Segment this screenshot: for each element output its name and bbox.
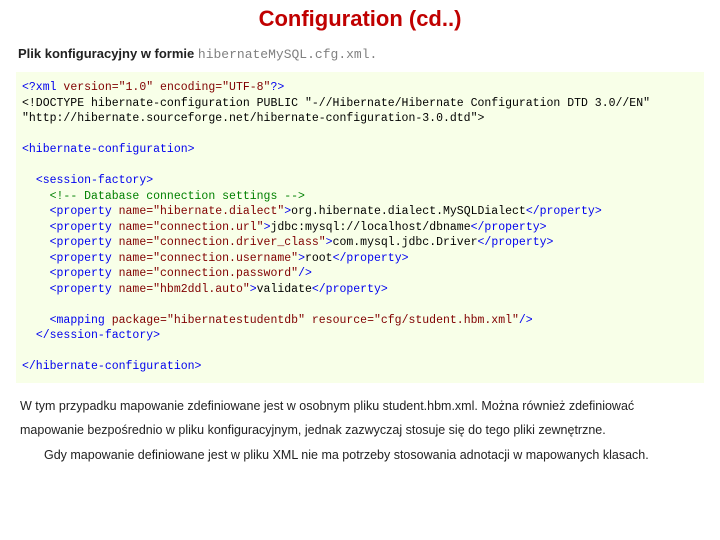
p2-close: </property> (471, 221, 547, 234)
xml-decl-attrs: version="1.0" encoding="UTF-8" (63, 81, 270, 94)
map-open: <mapping (22, 314, 112, 327)
p2-open: <property (22, 221, 119, 234)
p4-attr: name="connection.username" (119, 252, 298, 265)
p6-attr: name="hbm2ddl.auto" (119, 283, 250, 296)
p6-close: </property> (312, 283, 388, 296)
intro-filename: hibernateMySQL.cfg.xml. (198, 47, 377, 62)
hib-conf-close: </hibernate-configuration> (22, 360, 201, 373)
p1-val: org.hibernate.dialect.MySQLDialect (291, 205, 526, 218)
p6-mid: > (250, 283, 257, 296)
map-attrs: package="hibernatestudentdb" resource="c… (112, 314, 519, 327)
session-open: <session-factory> (22, 174, 153, 187)
paragraph-1: W tym przypadku mapowanie zdefiniowane j… (20, 395, 700, 443)
p2-attr: name="connection.url" (119, 221, 264, 234)
p1-attr: name="hibernate.dialect" (119, 205, 285, 218)
intro-text: Plik konfiguracyjny w formie (18, 46, 198, 61)
p4-mid: > (298, 252, 305, 265)
p4-val: root (305, 252, 333, 265)
intro-line: Plik konfiguracyjny w formie hibernateMy… (18, 46, 708, 62)
p5-open: <property (22, 267, 119, 280)
code-block: <?xml version="1.0" encoding="UTF-8"?> <… (16, 72, 704, 383)
map-close: /> (519, 314, 533, 327)
hib-conf-open: <hibernate-configuration> (22, 143, 195, 156)
p5-attr: name="connection.password" (119, 267, 298, 280)
p1-open: <property (22, 205, 119, 218)
p3-open: <property (22, 236, 119, 249)
p6-open: <property (22, 283, 119, 296)
xml-decl-close: ?> (270, 81, 284, 94)
p1-close: </property> (526, 205, 602, 218)
p3-mid: > (326, 236, 333, 249)
p4-close: </property> (333, 252, 409, 265)
session-close: </session-factory> (22, 329, 160, 342)
xml-decl-open: <?xml (22, 81, 63, 94)
p3-attr: name="connection.driver_class" (119, 236, 326, 249)
p3-close: </property> (478, 236, 554, 249)
doctype: <!DOCTYPE hibernate-configuration PUBLIC… (22, 97, 657, 126)
paragraph-2: Gdy mapowanie definiowane jest w pliku X… (20, 444, 700, 468)
slide: Configuration (cd..) Plik konfiguracyjny… (0, 0, 720, 540)
p4-open: <property (22, 252, 119, 265)
p3-val: com.mysql.jdbc.Driver (333, 236, 478, 249)
page-title: Configuration (cd..) (12, 6, 708, 32)
p6-val: validate (257, 283, 312, 296)
comment: <!-- Database connection settings --> (22, 190, 305, 203)
p2-val: jdbc:mysql://localhost/dbname (270, 221, 470, 234)
p5-close: /> (298, 267, 312, 280)
